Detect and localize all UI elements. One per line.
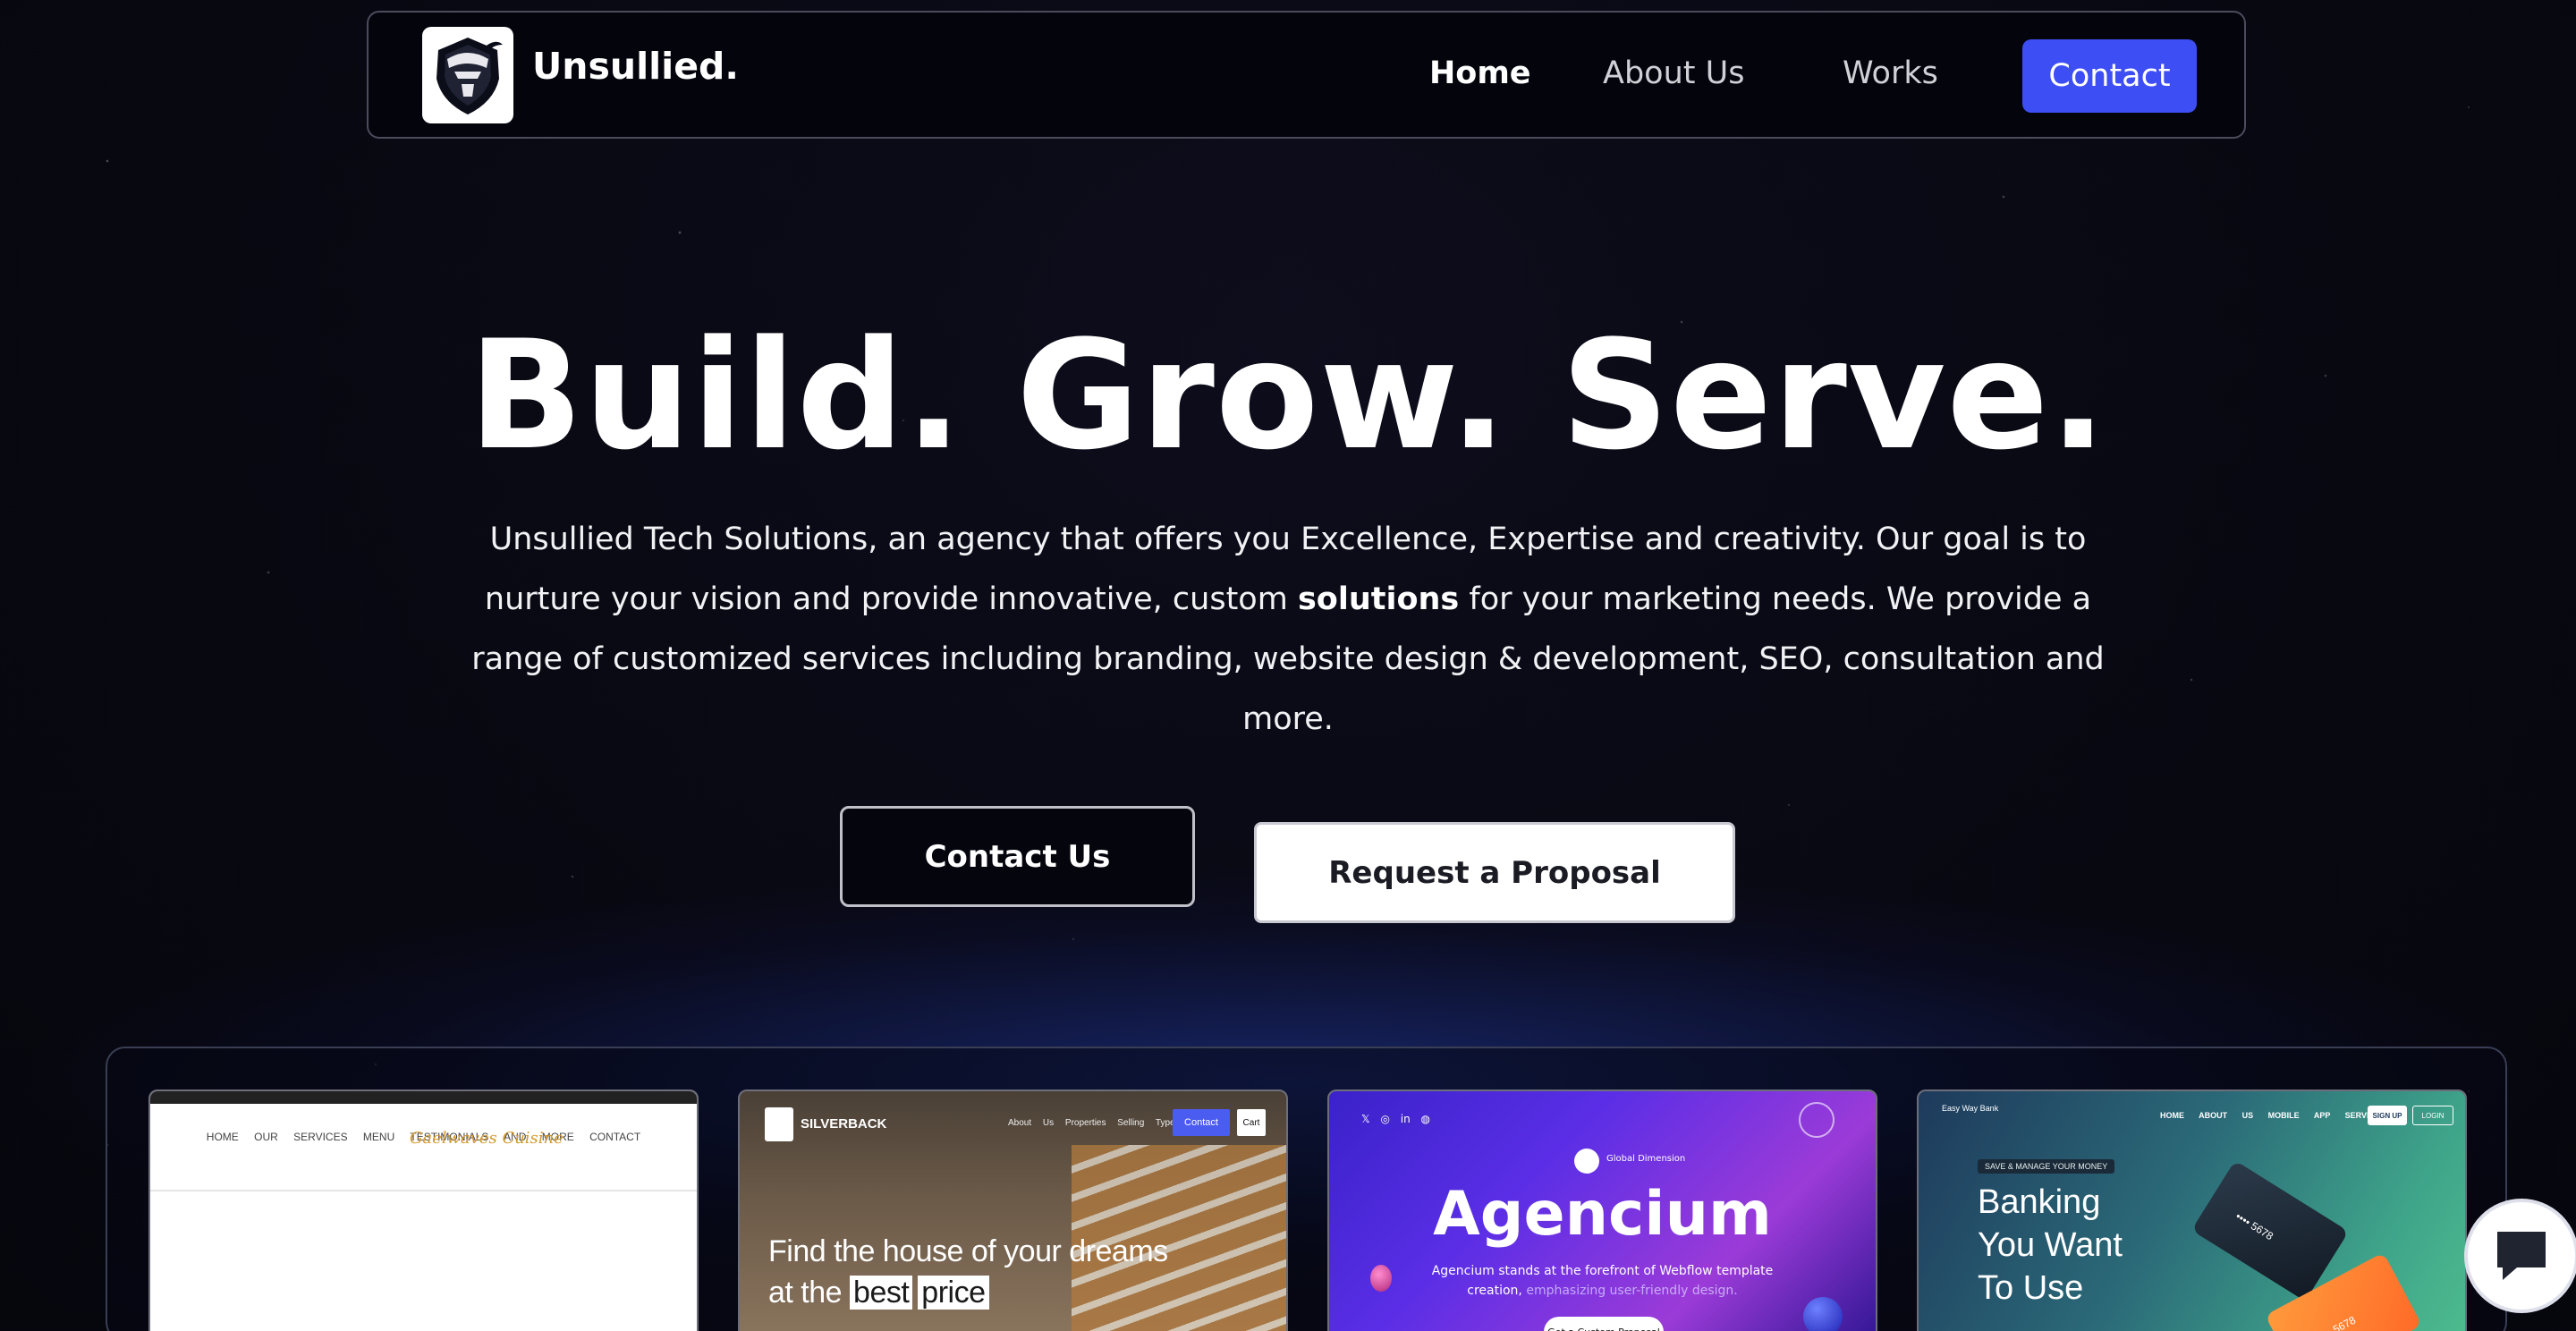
work-card-silverback[interactable]: SILVERBACK About Us Properties Selling T… — [738, 1089, 1288, 1331]
hero-desc-bold: solutions — [1297, 581, 1460, 617]
hero-title: Build. Grow. Serve. — [468, 308, 2108, 483]
social-icons: 𝕏 ◎ in ◍ — [1361, 1113, 1430, 1125]
top-navbar: Unsullied. Home About Us Works Contact — [367, 11, 2246, 139]
card-badge: SAVE & MANAGE YOUR MONEY — [1978, 1159, 2115, 1174]
decorative-orb — [1803, 1297, 1843, 1331]
card-desc-2b: emphasizing user-friendly design. — [1526, 1284, 1738, 1298]
credit-card-graphic: •••• 5678 — [2191, 1160, 2349, 1301]
card-cta-button: Get a Custom Proposal — [1544, 1317, 1664, 1331]
card-headline: Banking You Want To Use — [1978, 1181, 2123, 1310]
contact-us-button[interactable]: Contact Us — [840, 806, 1195, 907]
work-card-bank[interactable]: Easy Way Bank HOME ABOUT US MOBILE APP S… — [1917, 1089, 2467, 1331]
card-headline: Find the house of your dreams at the bes… — [768, 1231, 1168, 1313]
card-headline-line1: Find the house of your dreams — [768, 1234, 1168, 1268]
browser-topbar — [150, 1091, 697, 1104]
divider — [150, 1190, 697, 1191]
nav-link-home[interactable]: Home — [1429, 55, 1531, 91]
card-headline-line1: Banking — [1978, 1183, 2101, 1221]
crosshair-icon — [1799, 1102, 1835, 1138]
chat-widget-button[interactable] — [2464, 1199, 2576, 1313]
knight-helmet-icon — [436, 38, 503, 114]
card-contact-button: Contact — [1173, 1109, 1230, 1136]
card-tag: Global Dimension — [1606, 1154, 1686, 1164]
request-proposal-button[interactable]: Request a Proposal — [1254, 822, 1735, 923]
card-title: Agencium — [1433, 1179, 1772, 1250]
nav-link-about-us[interactable]: About Us — [1603, 55, 1744, 91]
card-login-button: LOGIN — [2412, 1106, 2453, 1125]
card-logo-text: Gaelwaves Cuisine — [410, 1129, 564, 1148]
card-headline-pre: at the — [768, 1276, 843, 1310]
card-description: Agencium stands at the forefront of Webf… — [1329, 1261, 1876, 1301]
decorative-orb — [1370, 1265, 1392, 1292]
work-card-agencium[interactable]: 𝕏 ◎ in ◍ Global Dimension Agencium Agenc… — [1327, 1089, 1877, 1331]
play-icon — [1574, 1149, 1599, 1174]
card-desc-2a: creation, — [1467, 1284, 1527, 1298]
card-desc-line2: creation, emphasizing user-friendly desi… — [1329, 1281, 1876, 1301]
card-headline-price: price — [918, 1276, 989, 1310]
brand-logo[interactable] — [422, 27, 513, 123]
card-cart-button: Cart — [1237, 1109, 1266, 1136]
card-desc-line1: Agencium stands at the forefront of Webf… — [1431, 1264, 1774, 1278]
card-headline-line2: You Want — [1978, 1226, 2123, 1264]
card-signup-button: SIGN UP — [2368, 1106, 2407, 1125]
card-headline-line3: To Use — [1978, 1269, 2084, 1307]
card-headline-line2: at the best price — [768, 1272, 1168, 1313]
chat-bubble-icon — [2497, 1232, 2546, 1280]
nav-contact-button[interactable]: Contact — [2022, 39, 2197, 113]
brand-name[interactable]: Unsullied. — [532, 45, 739, 88]
card-nav-links: HOME ABOUT US MOBILE APP SERVICES — [2160, 1111, 2386, 1120]
card-headline-best: best — [850, 1276, 913, 1310]
gorilla-logo-icon — [765, 1107, 793, 1141]
work-card-restaurant[interactable]: HOME OUR SERVICES MENU TESTIMONIALS AND … — [148, 1089, 699, 1331]
hero-description: Unsullied Tech Solutions, an agency that… — [452, 510, 2124, 750]
card-logo: Easy Way Bank — [1942, 1104, 1999, 1113]
works-showcase: HOME OUR SERVICES MENU TESTIMONIALS AND … — [106, 1047, 2507, 1331]
nav-link-works[interactable]: Works — [1843, 55, 1938, 91]
card-brand: SILVERBACK — [801, 1116, 887, 1132]
